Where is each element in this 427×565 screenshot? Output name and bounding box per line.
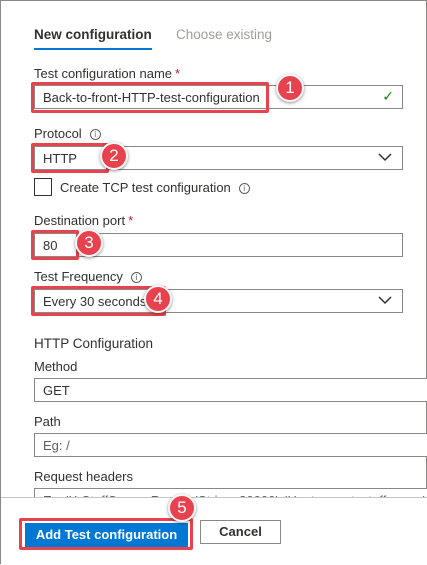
info-icon[interactable]: i <box>238 183 250 194</box>
callout-badge-2: 2 <box>100 142 128 170</box>
frequency-label-text: Test Frequency <box>34 269 123 284</box>
method-value: GET <box>43 383 70 398</box>
highlight-box-add-button <box>19 518 193 550</box>
info-icon[interactable]: i <box>89 129 101 140</box>
method-label: Method <box>34 359 78 374</box>
frequency-label: Test Frequency i <box>34 269 142 284</box>
port-label: Destination port * <box>34 213 133 228</box>
required-mark: * <box>128 213 134 228</box>
callout-badge-3: 3 <box>75 229 103 257</box>
check-icon: ✓ <box>382 89 394 105</box>
highlight-box-port <box>31 230 79 260</box>
protocol-label: Protocol i <box>34 126 101 141</box>
callout-badge-4: 4 <box>144 285 172 313</box>
method-select[interactable]: GET <box>34 378 427 402</box>
tab-choose-existing[interactable]: Choose existing <box>176 27 272 42</box>
tcp-checkbox[interactable] <box>34 178 52 196</box>
protocol-label-text: Protocol <box>34 126 82 141</box>
highlight-box-name <box>31 82 269 113</box>
name-label-text: Test configuration name <box>34 66 173 81</box>
tcp-checkbox-label: Create TCP test configuration i <box>60 180 250 195</box>
callout-badge-5: 5 <box>168 494 196 522</box>
path-label: Path <box>34 414 61 429</box>
path-input[interactable]: Eg: / <box>34 433 427 457</box>
info-icon[interactable]: i <box>130 272 142 283</box>
headers-label: Request headers <box>34 469 134 484</box>
name-label: Test configuration name * <box>34 66 180 81</box>
http-config-title: HTTP Configuration <box>34 336 154 351</box>
tcp-checkbox-label-text: Create TCP test configuration <box>60 180 231 195</box>
tab-new-configuration[interactable]: New configuration <box>34 27 152 50</box>
cancel-button[interactable]: Cancel <box>200 520 281 544</box>
configuration-panel: New configuration Choose existing Test c… <box>0 0 427 565</box>
port-label-text: Destination port <box>34 213 126 228</box>
callout-badge-1: 1 <box>276 74 304 102</box>
required-mark: * <box>175 66 181 81</box>
path-placeholder: Eg: / <box>43 438 70 453</box>
chevron-down-icon <box>378 153 392 162</box>
highlight-box-protocol <box>31 143 109 173</box>
chevron-down-icon <box>378 296 392 305</box>
